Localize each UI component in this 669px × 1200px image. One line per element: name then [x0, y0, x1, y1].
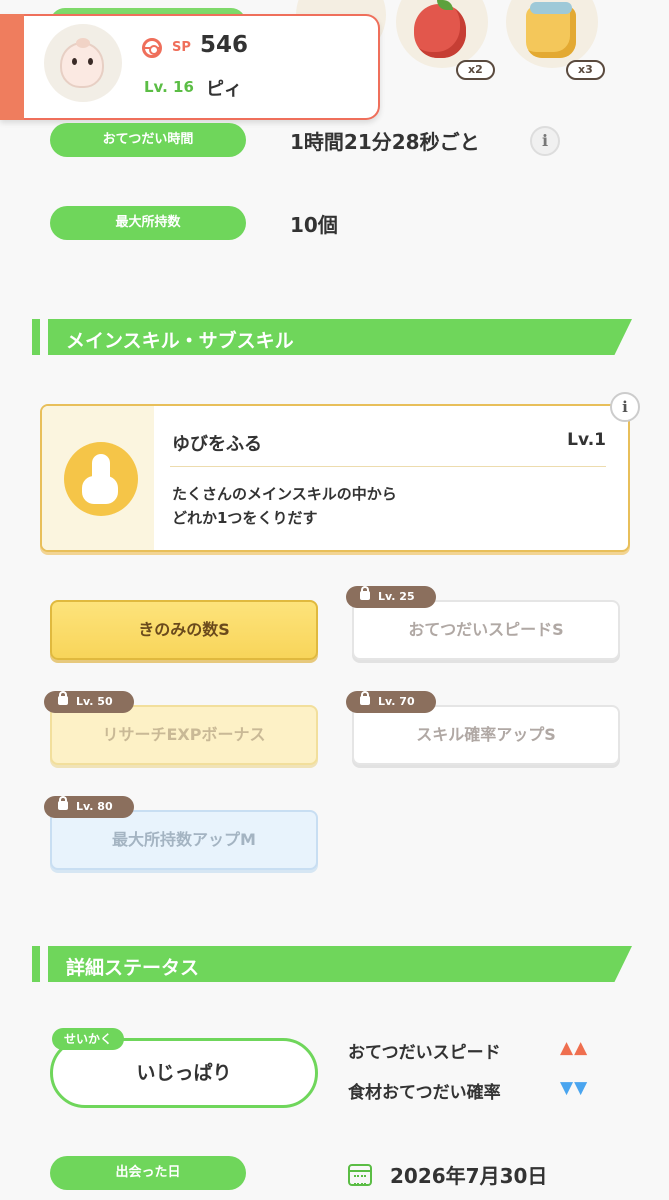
apple-icon [414, 4, 466, 58]
main-skill-icon-panel [42, 406, 154, 550]
sub-skill-skill-trigger[interactable]: スキル確率アップS [352, 705, 620, 765]
help-time-label: おてつだい時間 [50, 123, 246, 157]
lock-level-tag: Lv. 80 [44, 796, 134, 818]
lock-icon [360, 691, 370, 705]
honey-quantity-badge: x3 [566, 60, 605, 80]
lock-icon [58, 796, 68, 810]
section-title: メインスキル・サブスキル [66, 330, 294, 352]
max-carry-label: 最大所持数 [50, 206, 246, 240]
pokemon-sprite-head [76, 38, 90, 48]
pointing-finger-icon [92, 454, 110, 504]
pokemon-card-accent [0, 14, 24, 120]
unlock-level: Lv. 80 [76, 800, 113, 813]
description-line: たくさんのメインスキルの中から [172, 485, 397, 503]
pokeball-icon [142, 38, 162, 58]
met-date-label: 出会った日 [50, 1156, 246, 1190]
nature-up-stat: おてつだいスピード [348, 1043, 501, 1063]
up-arrows-icon: ▲▲ [560, 1038, 589, 1058]
main-skill-name: ゆびをふる [172, 434, 262, 455]
lock-icon [360, 586, 370, 600]
apple-quantity-badge: x2 [456, 60, 495, 80]
help-time-value: 1時間21分28秒ごと [290, 130, 480, 154]
description-line: どれか1つをくりだす [172, 509, 318, 527]
pokemon-sprite [60, 42, 104, 88]
sp-value: 546 [200, 32, 249, 58]
level-label: Lv. 16 [144, 78, 194, 96]
unlock-level: Lv. 25 [378, 590, 415, 603]
skills-section-header: メインスキル・サブスキル [32, 319, 632, 355]
honey-lid-icon [530, 2, 572, 14]
info-icon[interactable]: i [530, 126, 560, 156]
sub-skill-research-exp[interactable]: リサーチEXPボーナス [50, 705, 318, 765]
section-marker [32, 946, 40, 982]
lock-level-tag: Lv. 50 [44, 691, 134, 713]
max-carry-value: 10個 [290, 213, 338, 237]
lock-level-tag: Lv. 70 [346, 691, 436, 713]
unlock-level: Lv. 50 [76, 695, 113, 708]
sub-skill-inventory-up[interactable]: 最大所持数アップM [50, 810, 318, 870]
section-title: 詳細ステータス [66, 957, 200, 979]
pokemon-sprite-eye [72, 58, 77, 65]
sub-skill-berry-count[interactable]: きのみの数S [50, 600, 318, 660]
skill-info-icon[interactable]: i [610, 392, 640, 422]
pokemon-name: ピィ [206, 79, 242, 100]
lock-icon [58, 691, 68, 705]
down-arrows-icon: ▼▼ [560, 1078, 589, 1098]
pokemon-sprite-eye [88, 58, 93, 65]
nature-down-stat: 食材おてつだい確率 [348, 1083, 501, 1103]
main-skill-level: Lv.1 [567, 430, 606, 450]
main-skill-card[interactable]: ゆびをふる Lv.1 たくさんのメインスキルの中から どれか1つをくりだす [40, 404, 630, 552]
sub-skill-help-speed[interactable]: おてつだいスピードS [352, 600, 620, 660]
met-date-value: 2026年7月30日 [390, 1164, 548, 1188]
divider [170, 466, 606, 467]
section-marker [32, 319, 40, 355]
lock-level-tag: Lv. 25 [346, 586, 436, 608]
unlock-level: Lv. 70 [378, 695, 415, 708]
details-section-header: 詳細ステータス [32, 946, 632, 982]
calendar-icon [348, 1164, 372, 1186]
main-skill-description: たくさんのメインスキルの中から どれか1つをくりだす [172, 482, 572, 530]
nature-tag: せいかく [52, 1028, 125, 1050]
sp-label: SP [172, 40, 191, 55]
